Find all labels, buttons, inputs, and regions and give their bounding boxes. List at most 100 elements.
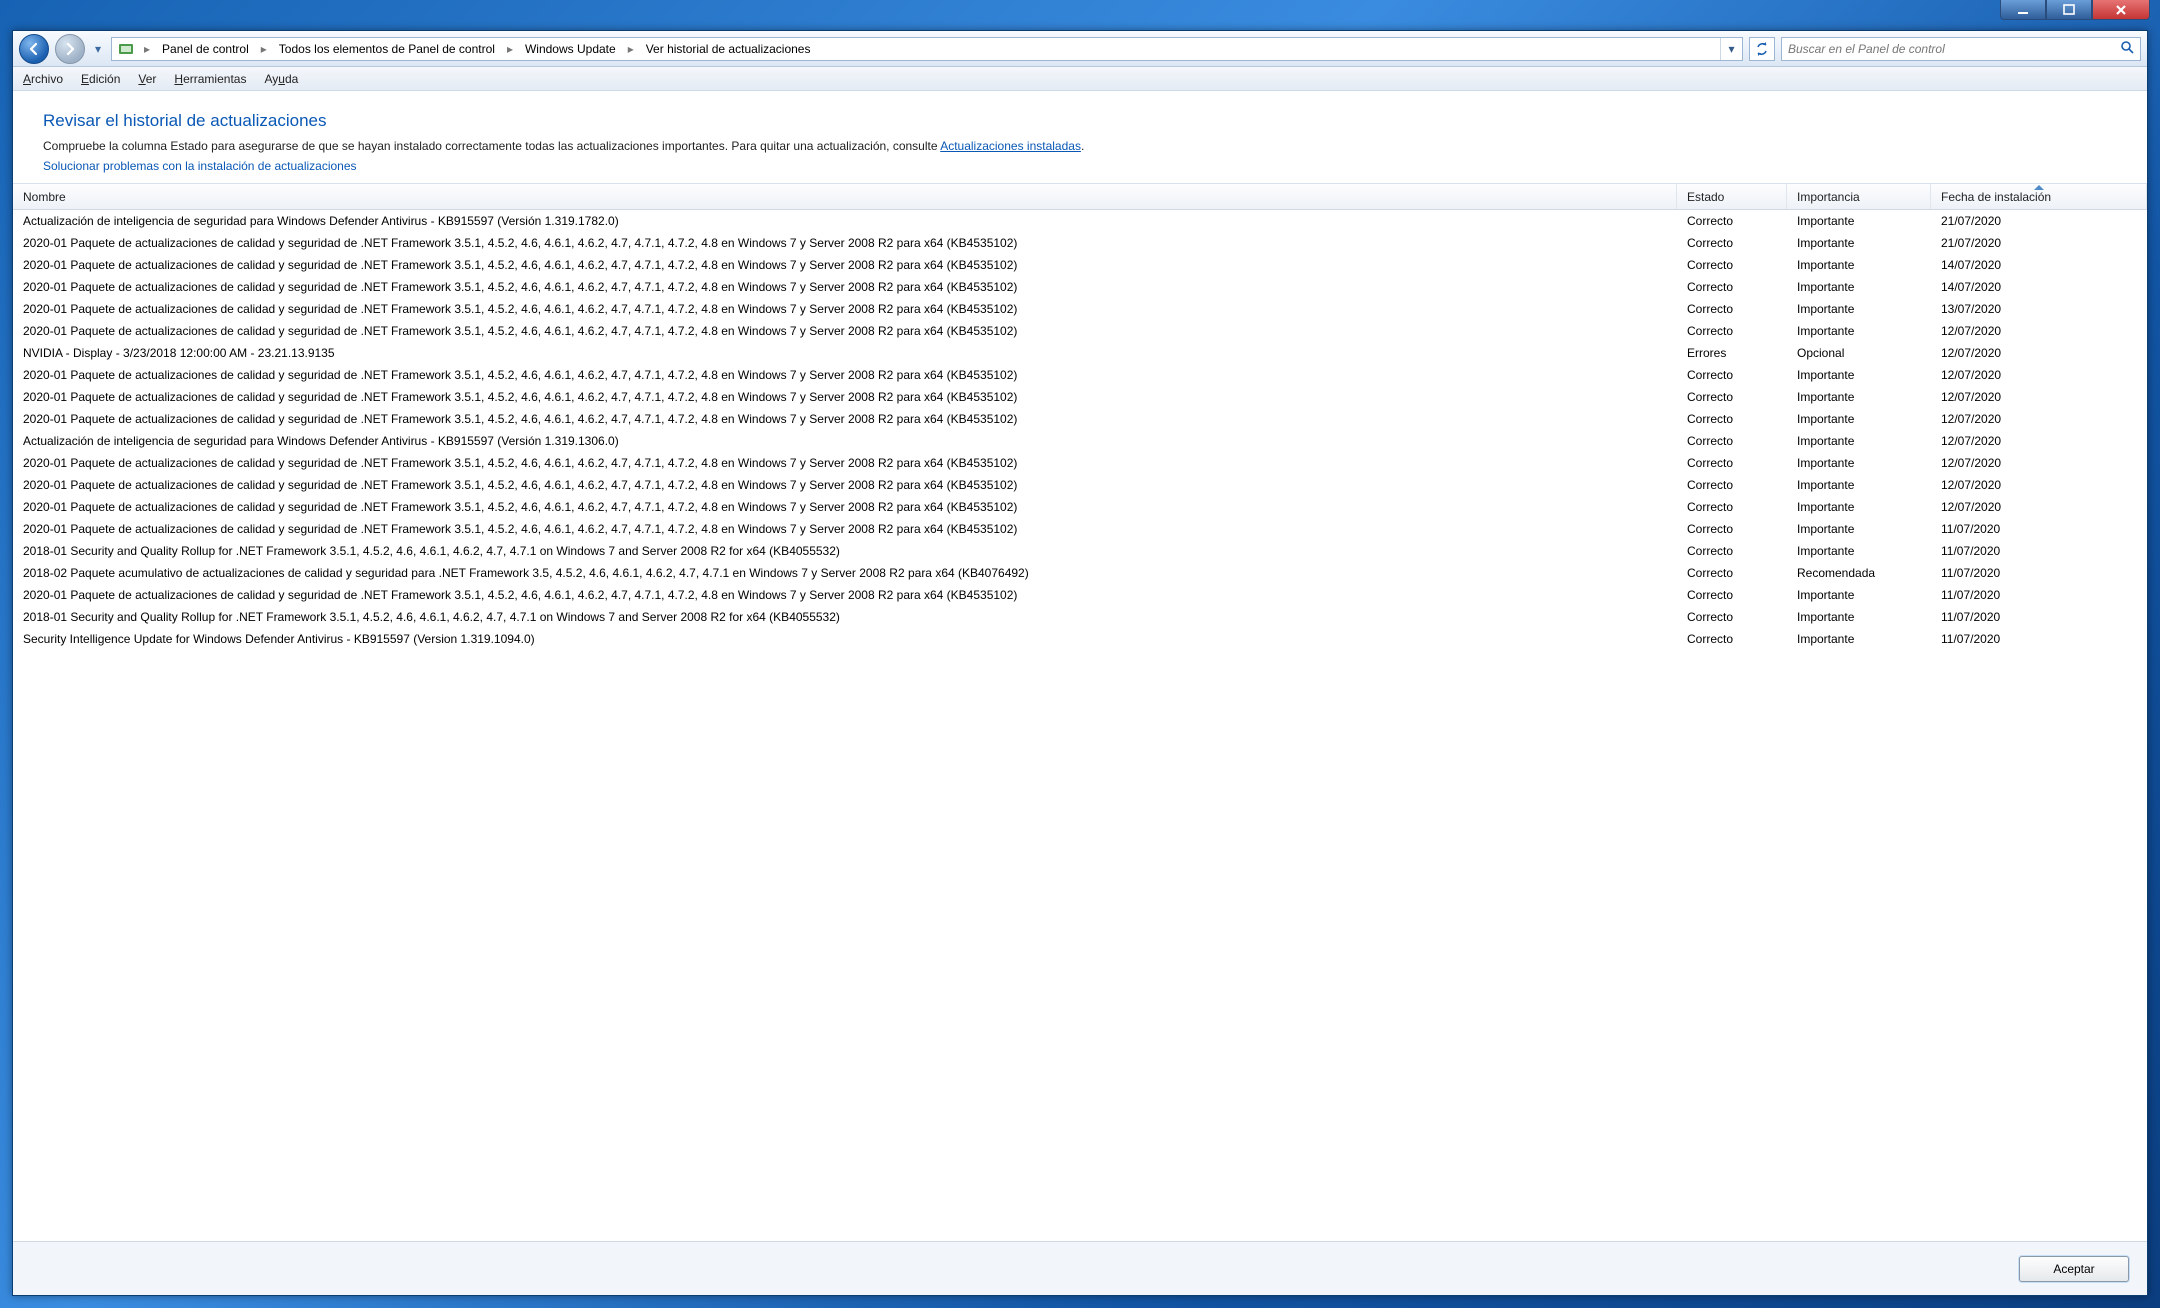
close-button[interactable] [2092, 0, 2150, 20]
forward-button[interactable] [55, 34, 85, 64]
ok-button[interactable]: Aceptar [2019, 1256, 2129, 1282]
cell-name: 2020-01 Paquete de actualizaciones de ca… [13, 500, 1677, 514]
chevron-right-icon: ▸ [140, 42, 154, 56]
menu-edit[interactable]: Edición [81, 72, 120, 86]
breadcrumb-bar[interactable]: ▸ Panel de control ▸ Todos los elementos… [111, 37, 1743, 61]
cell-name: 2020-01 Paquete de actualizaciones de ca… [13, 368, 1677, 382]
table-row[interactable]: NVIDIA - Display - 3/23/2018 12:00:00 AM… [13, 342, 2147, 364]
cell-date: 14/07/2020 [1931, 258, 2147, 272]
cell-importance: Importante [1787, 214, 1931, 228]
cell-status: Correcto [1677, 566, 1787, 580]
cell-date: 11/07/2020 [1931, 588, 2147, 602]
cell-name: 2020-01 Paquete de actualizaciones de ca… [13, 522, 1677, 536]
cell-date: 12/07/2020 [1931, 324, 2147, 338]
cell-date: 11/07/2020 [1931, 566, 2147, 580]
cell-status: Correcto [1677, 522, 1787, 536]
cell-name: 2018-02 Paquete acumulativo de actualiza… [13, 566, 1677, 580]
troubleshoot-link[interactable]: Solucionar problemas con la instalación … [43, 159, 357, 173]
cell-name: 2020-01 Paquete de actualizaciones de ca… [13, 236, 1677, 250]
page-title: Revisar el historial de actualizaciones [43, 111, 2125, 131]
cell-status: Correcto [1677, 544, 1787, 558]
cell-importance: Importante [1787, 588, 1931, 602]
menu-view[interactable]: Ver [138, 72, 156, 86]
table-row[interactable]: Security Intelligence Update for Windows… [13, 628, 2147, 650]
back-button[interactable] [19, 34, 49, 64]
cell-name: 2018-01 Security and Quality Rollup for … [13, 544, 1677, 558]
table-row[interactable]: 2020-01 Paquete de actualizaciones de ca… [13, 276, 2147, 298]
cell-name: 2020-01 Paquete de actualizaciones de ca… [13, 302, 1677, 316]
refresh-button[interactable] [1749, 37, 1775, 61]
cell-date: 12/07/2020 [1931, 478, 2147, 492]
table-row[interactable]: 2020-01 Paquete de actualizaciones de ca… [13, 254, 2147, 276]
table-row[interactable]: 2018-01 Security and Quality Rollup for … [13, 606, 2147, 628]
table-row[interactable]: 2020-01 Paquete de actualizaciones de ca… [13, 298, 2147, 320]
cell-status: Correcto [1677, 412, 1787, 426]
minimize-button[interactable] [2000, 0, 2046, 20]
maximize-button[interactable] [2046, 0, 2092, 20]
cell-status: Correcto [1677, 302, 1787, 316]
cell-date: 11/07/2020 [1931, 522, 2147, 536]
cell-importance: Importante [1787, 236, 1931, 250]
cell-name: 2020-01 Paquete de actualizaciones de ca… [13, 456, 1677, 470]
cell-status: Correcto [1677, 456, 1787, 470]
cell-date: 11/07/2020 [1931, 544, 2147, 558]
table-row[interactable]: 2020-01 Paquete de actualizaciones de ca… [13, 320, 2147, 342]
cell-status: Correcto [1677, 500, 1787, 514]
footer: Aceptar [13, 1241, 2147, 1295]
crumb-windows-update[interactable]: Windows Update [517, 38, 624, 60]
col-header-name[interactable]: Nombre [13, 184, 1677, 209]
menu-tools[interactable]: Herramientas [174, 72, 246, 86]
table-row[interactable]: 2020-01 Paquete de actualizaciones de ca… [13, 452, 2147, 474]
cell-date: 12/07/2020 [1931, 346, 2147, 360]
cell-status: Correcto [1677, 434, 1787, 448]
search-placeholder: Buscar en el Panel de control [1788, 42, 1945, 56]
cell-name: 2020-01 Paquete de actualizaciones de ca… [13, 390, 1677, 404]
cell-status: Correcto [1677, 280, 1787, 294]
table-row[interactable]: 2018-01 Security and Quality Rollup for … [13, 540, 2147, 562]
table-row[interactable]: 2020-01 Paquete de actualizaciones de ca… [13, 496, 2147, 518]
breadcrumb-dropdown[interactable]: ▾ [1720, 38, 1742, 60]
cell-name: 2020-01 Paquete de actualizaciones de ca… [13, 258, 1677, 272]
crumb-history[interactable]: Ver historial de actualizaciones [638, 38, 819, 60]
cell-status: Correcto [1677, 478, 1787, 492]
installed-updates-link[interactable]: Actualizaciones instaladas [940, 139, 1081, 153]
cell-name: Actualización de inteligencia de segurid… [13, 434, 1677, 448]
cell-date: 12/07/2020 [1931, 412, 2147, 426]
control-panel-icon [116, 39, 136, 59]
cell-date: 11/07/2020 [1931, 610, 2147, 624]
table-row[interactable]: 2020-01 Paquete de actualizaciones de ca… [13, 474, 2147, 496]
cell-date: 21/07/2020 [1931, 236, 2147, 250]
updates-table: Nombre Estado Importancia Fecha de insta… [13, 183, 2147, 1241]
chevron-right-icon: ▸ [503, 42, 517, 56]
menu-help[interactable]: Ayuda [264, 72, 298, 86]
cell-date: 12/07/2020 [1931, 500, 2147, 514]
cell-date: 12/07/2020 [1931, 456, 2147, 470]
table-row[interactable]: 2020-01 Paquete de actualizaciones de ca… [13, 232, 2147, 254]
cell-status: Correcto [1677, 368, 1787, 382]
cell-name: 2020-01 Paquete de actualizaciones de ca… [13, 478, 1677, 492]
content-area: Revisar el historial de actualizaciones … [13, 91, 2147, 1295]
nav-history-dropdown[interactable]: ▾ [91, 34, 105, 64]
cell-status: Errores [1677, 346, 1787, 360]
table-row[interactable]: 2020-01 Paquete de actualizaciones de ca… [13, 386, 2147, 408]
table-row[interactable]: Actualización de inteligencia de segurid… [13, 430, 2147, 452]
table-header: Nombre Estado Importancia Fecha de insta… [13, 184, 2147, 210]
search-input[interactable]: Buscar en el Panel de control [1781, 37, 2141, 61]
table-row[interactable]: 2020-01 Paquete de actualizaciones de ca… [13, 518, 2147, 540]
cell-importance: Importante [1787, 324, 1931, 338]
table-row[interactable]: Actualización de inteligencia de segurid… [13, 210, 2147, 232]
crumb-control-panel[interactable]: Panel de control [154, 38, 257, 60]
cell-importance: Importante [1787, 500, 1931, 514]
col-header-date[interactable]: Fecha de instalación [1931, 184, 2147, 209]
cell-name: 2020-01 Paquete de actualizaciones de ca… [13, 412, 1677, 426]
table-row[interactable]: 2020-01 Paquete de actualizaciones de ca… [13, 408, 2147, 430]
table-row[interactable]: 2020-01 Paquete de actualizaciones de ca… [13, 584, 2147, 606]
menu-file[interactable]: Archivo [23, 72, 63, 86]
col-header-importance[interactable]: Importancia [1787, 184, 1931, 209]
col-header-status[interactable]: Estado [1677, 184, 1787, 209]
crumb-all-items[interactable]: Todos los elementos de Panel de control [271, 38, 503, 60]
table-row[interactable]: 2018-02 Paquete acumulativo de actualiza… [13, 562, 2147, 584]
cell-date: 13/07/2020 [1931, 302, 2147, 316]
table-row[interactable]: 2020-01 Paquete de actualizaciones de ca… [13, 364, 2147, 386]
cell-status: Correcto [1677, 214, 1787, 228]
